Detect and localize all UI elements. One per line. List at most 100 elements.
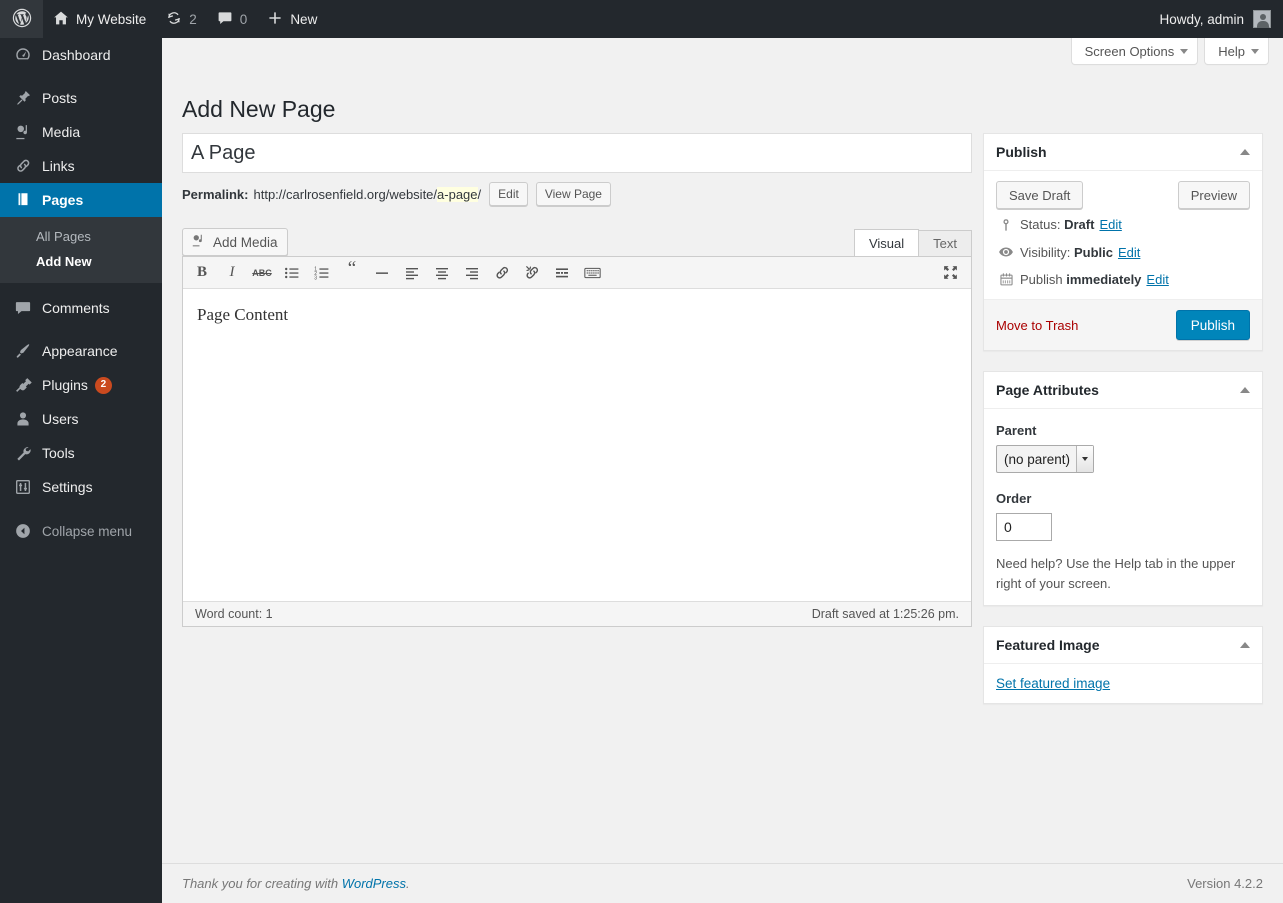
collapse-menu-label: Collapse menu [42,523,133,539]
admin-bar: My Website 2 0 New Howdy, admin [0,0,1283,38]
edit-permalink-button[interactable]: Edit [489,182,528,206]
page-attributes-body: Parent (no parent) Order Need help? Use … [984,409,1262,605]
plugins-update-badge: 2 [94,376,112,394]
chevron-up-icon[interactable] [1240,149,1250,155]
wordpress-logo-button[interactable] [0,0,43,38]
publish-schedule-label: Publish [1020,272,1063,287]
order-input[interactable] [996,513,1052,541]
align-right-icon[interactable] [457,260,487,286]
plus-icon [267,10,283,29]
horizontal-rule-icon[interactable] [367,260,397,286]
insert-link-icon[interactable] [487,260,517,286]
sidebar-item-plugins[interactable]: Plugins 2 [0,368,162,402]
comments-button[interactable]: 0 [207,0,258,38]
sidebar-item-tools[interactable]: Tools [0,436,162,470]
sidebar-item-links[interactable]: Links [0,149,162,183]
svg-text:3: 3 [314,275,317,281]
keyboard-shortcuts-icon[interactable] [577,260,607,286]
sidebar-item-media[interactable]: Media [0,115,162,149]
bulleted-list-icon[interactable] [277,260,307,286]
align-center-icon[interactable] [427,260,457,286]
tab-visual[interactable]: Visual [853,229,920,256]
submenu-item-all-pages[interactable]: All Pages [0,224,162,249]
sidebar-item-settings[interactable]: Settings [0,470,162,504]
word-count-label: Word count: 1 [195,607,273,621]
sidebar-item-label: Pages [42,192,84,208]
permalink-base-url: http://carlrosenfield.org/website/ [253,186,438,202]
parent-label: Parent [996,423,1037,438]
page-attributes-metabox: Page Attributes Parent (no parent) Order… [983,371,1263,606]
publish-metabox-title: Publish [996,144,1047,160]
preview-button[interactable]: Preview [1177,181,1250,209]
save-draft-button[interactable]: Save Draft [996,181,1084,209]
strikethrough-icon[interactable]: ABC [247,260,277,286]
pages-submenu: All Pages Add New [0,217,162,283]
site-name-menu[interactable]: My Website [43,0,156,38]
add-media-button[interactable]: Add Media [182,228,288,256]
editor-container: B I ABC 123 “ Page Content Word count: 1… [182,256,972,627]
set-featured-image-link[interactable]: Set featured image [996,676,1110,691]
chevron-up-icon[interactable] [1240,642,1250,648]
permalink-trailing-slash: / [477,186,482,202]
view-page-button[interactable]: View Page [535,182,611,206]
sidebar-item-posts[interactable]: Posts [0,81,162,115]
visibility-row: Visibility: Public Edit [984,238,1262,266]
sidebar-item-dashboard[interactable]: Dashboard [0,38,162,72]
admin-footer: Thank you for creating with WordPress. V… [162,863,1283,903]
collapse-menu-button[interactable]: Collapse menu [0,514,162,548]
sidebar-item-label: Plugins [42,377,88,393]
featured-image-header[interactable]: Featured Image [984,627,1262,664]
chevron-up-icon[interactable] [1240,387,1250,393]
edit-visibility-link[interactable]: Edit [1118,245,1140,260]
editor-paragraph: Page Content [197,305,289,324]
sidebar-item-appearance[interactable]: Appearance [0,334,162,368]
page-title: Add New Page [182,96,336,123]
edit-schedule-link[interactable]: Edit [1146,272,1168,287]
title-field-wrapper [182,133,972,173]
updates-icon [166,10,182,29]
updates-button[interactable]: 2 [156,0,207,38]
screen-meta-links: Screen Options Help [1070,38,1269,65]
italic-icon[interactable]: I [217,260,247,286]
eye-icon [996,244,1016,260]
sidebar-item-label: Dashboard [42,47,111,63]
publish-major-actions: Move to Trash Publish [984,299,1262,350]
footer-version: Version 4.2.2 [1187,876,1263,891]
parent-select[interactable]: (no parent) [996,445,1095,473]
sidebar-item-pages[interactable]: Pages [0,183,170,217]
post-title-input[interactable] [182,133,972,173]
user-icon [13,409,33,429]
sidebar-item-label: Links [42,158,75,174]
page-attributes-help-text: Need help? Use the Help tab in the upper… [996,556,1236,591]
sidebar-item-users[interactable]: Users [0,402,162,436]
submenu-item-add-new[interactable]: Add New [0,249,162,274]
visibility-label: Visibility: [1020,244,1071,260]
edit-status-link[interactable]: Edit [1099,217,1121,232]
plug-icon [13,375,33,395]
read-more-icon[interactable] [547,260,577,286]
align-left-icon[interactable] [397,260,427,286]
home-icon [53,10,69,29]
move-to-trash-link[interactable]: Move to Trash [996,318,1078,333]
remove-link-icon[interactable] [517,260,547,286]
distraction-free-writing-icon[interactable] [935,260,965,286]
publish-metabox-header[interactable]: Publish [984,134,1262,171]
help-button[interactable]: Help [1204,38,1269,65]
publish-button[interactable]: Publish [1175,310,1250,340]
publish-metabox: Publish Save Draft Preview Status: Draft… [983,133,1263,351]
wrench-icon [13,443,33,463]
bold-icon[interactable]: B [187,260,217,286]
page-attributes-header[interactable]: Page Attributes [984,372,1262,409]
user-avatar-icon [1253,10,1271,28]
editor-content-area[interactable]: Page Content [183,289,971,601]
screen-options-button[interactable]: Screen Options [1070,38,1199,65]
help-label: Help [1218,43,1245,59]
sidebar-item-comments[interactable]: Comments [0,291,162,325]
footer-thanks: Thank you for creating with WordPress. [182,876,410,891]
wordpress-link[interactable]: WordPress [342,876,406,891]
numbered-list-icon[interactable]: 123 [307,260,337,286]
new-content-button[interactable]: New [257,0,327,38]
blockquote-icon[interactable]: “ [337,259,367,286]
tab-text[interactable]: Text [918,230,972,256]
my-account-menu[interactable]: Howdy, admin [1149,0,1283,38]
